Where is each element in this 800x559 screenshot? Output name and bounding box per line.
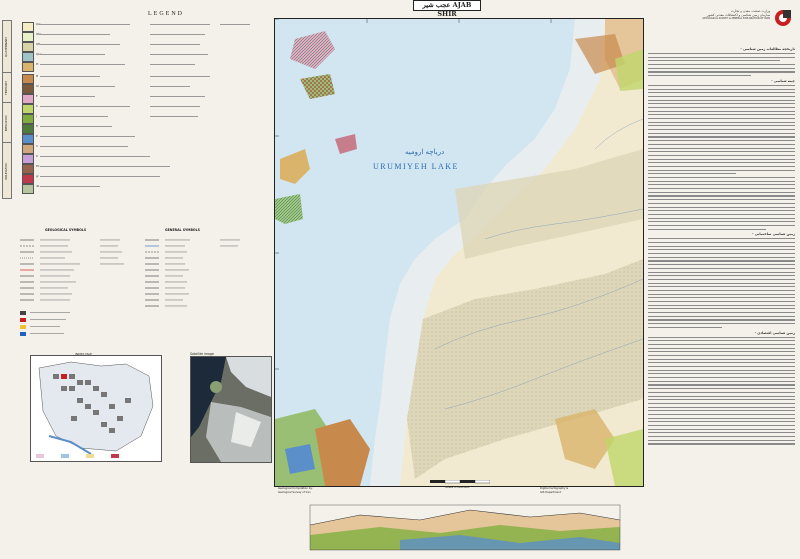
map-credits-right: Digital Cartography & GIS Department <box>540 487 640 494</box>
legend-swatch <box>22 184 34 194</box>
symbol-key <box>20 239 240 336</box>
cross-section-graphic <box>309 504 621 551</box>
geological-map[interactable]: دریاچه ارومیه URUMIYEH LAKE <box>274 18 644 487</box>
legend-swatch <box>22 104 34 114</box>
legend-swatch <box>22 144 34 154</box>
general-symbols-title: GENERAL SYMBOLS <box>165 228 200 232</box>
legend-swatch <box>22 94 34 104</box>
legend-swatch <box>22 32 34 42</box>
text-block <box>648 336 795 445</box>
legend-swatch <box>22 74 34 84</box>
map-credits-left: Geological Compilation by: Geological Su… <box>278 487 398 494</box>
index-map-graphic <box>36 361 154 458</box>
geological-symbols-title: GEOLOGICAL SYMBOLS <box>45 228 87 232</box>
sheet-title: عجب شیر AJAB SHIR <box>413 0 481 18</box>
satellite-image <box>190 356 272 463</box>
description-panel: - تاریخچه مطالعات زمین شناسی - چینه شناس… <box>648 45 795 550</box>
organization-logo-icon <box>775 10 791 26</box>
credit-line: GIS Department <box>540 490 561 494</box>
text-block <box>648 53 795 77</box>
lake-name-en: URUMIYEH LAKE <box>373 162 459 171</box>
text-block <box>648 238 795 328</box>
index-map <box>30 355 162 462</box>
section-heading: - زمین شناسی اقتصادی <box>754 330 795 335</box>
org-line-3: GEOLOGICAL SURVEY & MINERAL EXPLORATION … <box>702 17 770 21</box>
section-heading: - زمین شناسی ساختمانی <box>752 232 795 237</box>
legend-swatch <box>22 124 34 134</box>
map-scale: Scale 1:100,000 <box>445 485 470 489</box>
section-heading: - تاریخچه مطالعات زمین شناسی <box>740 47 795 51</box>
section-heading: - چینه شناسی <box>771 78 795 83</box>
legend-swatch <box>22 164 34 174</box>
map-canvas[interactable]: دریاچه ارومیه URUMIYEH LAKE <box>275 19 643 486</box>
legend-swatch <box>22 62 34 72</box>
legend-swatch <box>22 154 34 164</box>
sheet-title-fa: عجب شیر <box>422 1 451 9</box>
organization-block: وزارت صنعت، معدن و تجارت سازمان زمین شنا… <box>690 3 795 43</box>
text-block <box>648 84 795 230</box>
legend-swatch <box>22 114 34 124</box>
satellite-image-graphic <box>191 357 271 462</box>
lake-name-fa: دریاچه ارومیه <box>405 148 444 156</box>
legend-swatch <box>22 22 34 32</box>
credit-line: Geological Survey of Iran <box>278 490 311 494</box>
legend-description-lines <box>40 24 250 187</box>
legend-swatch <box>22 134 34 144</box>
legend-swatch <box>22 42 34 52</box>
legend-swatch <box>22 84 34 94</box>
organization-name: وزارت صنعت، معدن و تجارت سازمان زمین شنا… <box>690 9 770 22</box>
legend-units: Qal Qt2 Qt1 Qsw Pl M Ol E K J Tr P C D P… <box>0 0 270 220</box>
legend-swatch <box>22 52 34 62</box>
cross-section <box>300 495 630 555</box>
legend-swatch <box>22 174 34 184</box>
scale-bar <box>430 480 490 484</box>
